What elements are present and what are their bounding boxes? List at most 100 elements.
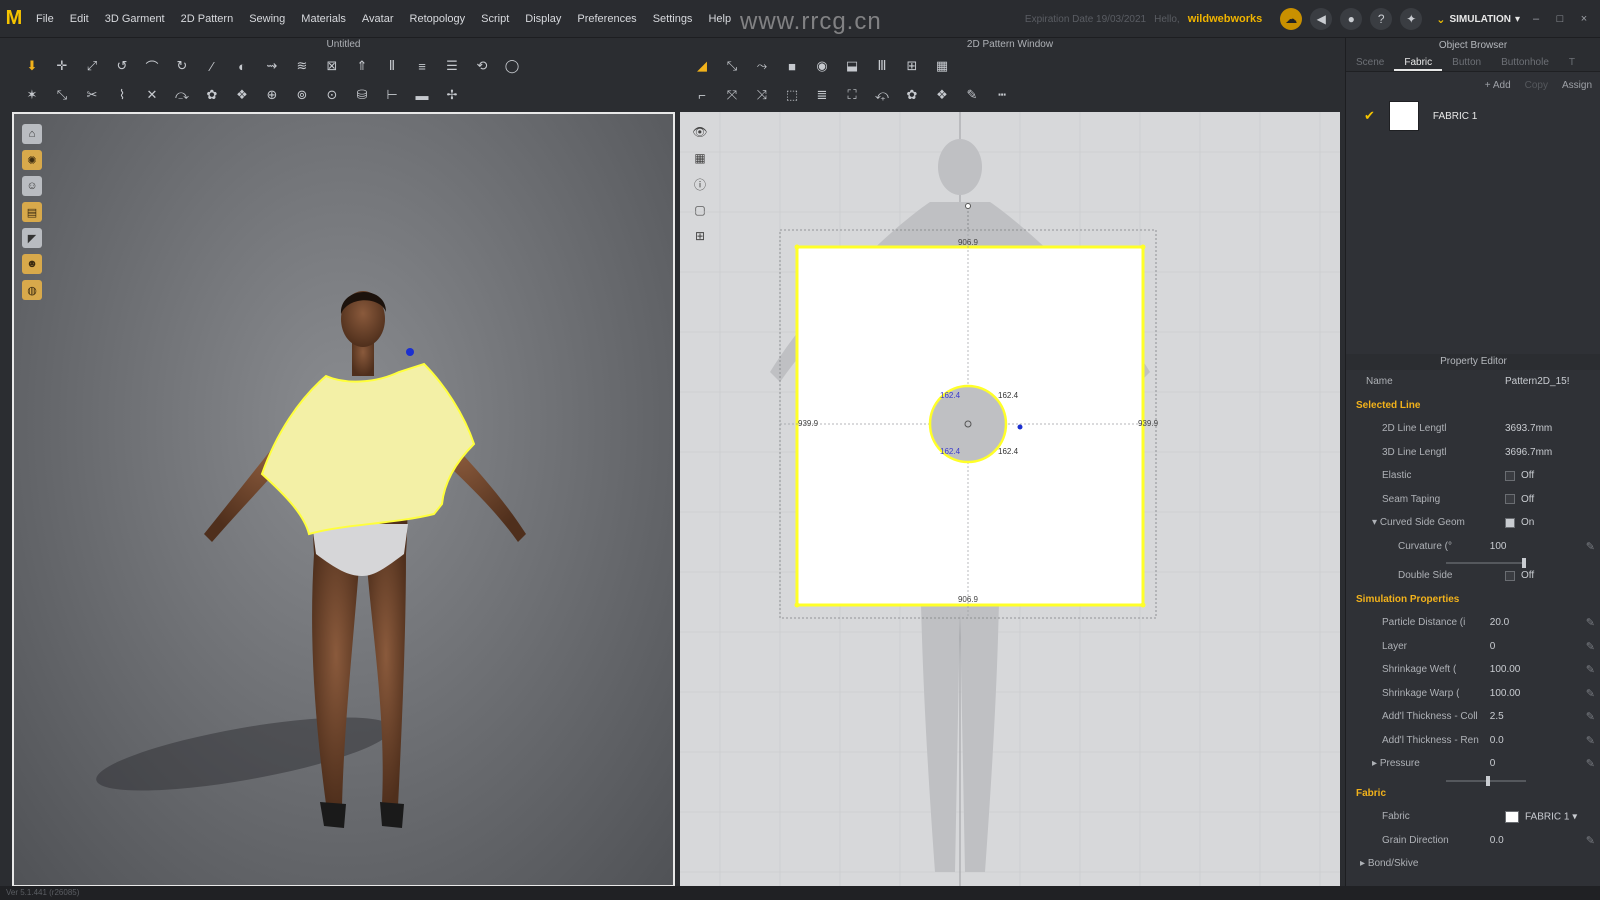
cut-tool-icon[interactable]: ✂ [82, 85, 102, 105]
avatar-pose-icon[interactable]: ✶ [22, 85, 42, 105]
menu-avatar[interactable]: Avatar [354, 0, 402, 38]
help-icon[interactable]: ? [1370, 8, 1393, 30]
transform-pattern-icon[interactable]: ◢ [692, 56, 712, 76]
line-tool-icon[interactable]: ⊢ [382, 85, 402, 105]
seam-taping-checkbox[interactable]: Off [1505, 494, 1595, 505]
internal-shape-icon[interactable]: ⬓ [842, 56, 862, 76]
warp-pencil-icon[interactable]: ✎ [1586, 687, 1595, 700]
section-fabric[interactable]: Fabric [1346, 782, 1600, 806]
menu-materials[interactable]: Materials [293, 0, 354, 38]
fabric-list-item[interactable]: ✔ FABRIC 1 [1346, 98, 1600, 134]
layer-pencil-icon[interactable]: ✎ [1586, 640, 1595, 653]
edit-curve-icon[interactable]: ⤳ [752, 56, 772, 76]
circle-tool-icon[interactable]: ◉ [812, 56, 832, 76]
edit-sewing-icon[interactable]: ⤼ [172, 85, 192, 105]
pressure-slider-knob[interactable] [1486, 775, 1490, 786]
thickness-ren-pencil-icon[interactable]: ✎ [1586, 734, 1595, 747]
puzzle-2d-icon[interactable]: ❖ [932, 85, 952, 105]
tab-scene[interactable]: Scene [1346, 54, 1394, 71]
steam-tool-icon[interactable]: ⇝ [262, 56, 282, 76]
curvature-slider-knob[interactable] [1522, 558, 1526, 568]
username[interactable]: wildwebworks [1188, 13, 1263, 25]
tape-tool-icon[interactable]: ⛁ [352, 85, 372, 105]
pause-tool-icon[interactable]: Ⅱ [382, 56, 402, 76]
seam-allowance-icon[interactable]: ⌐ [692, 85, 712, 105]
ring-tool-icon[interactable]: ◯ [502, 56, 522, 76]
prop-bond-skive[interactable]: ▸ Bond/Skive [1346, 852, 1600, 876]
segment-sewing-icon[interactable]: ⤧ [722, 85, 742, 105]
menu-edit[interactable]: Edit [62, 0, 97, 38]
elastic-checkbox[interactable]: Off [1505, 470, 1595, 481]
grid2-tool-icon[interactable]: ▦ [932, 56, 952, 76]
curved-side-checkbox[interactable]: On [1505, 517, 1595, 528]
double-side-checkbox[interactable]: Off [1505, 570, 1595, 581]
pressure-slider[interactable] [1446, 775, 1526, 786]
button-tool-icon[interactable]: ⊕ [262, 85, 282, 105]
shrink-tool-icon[interactable]: ≋ [292, 56, 312, 76]
layer-tool-icon[interactable]: ≡ [412, 56, 432, 76]
fit-tool-icon[interactable]: ◐ [232, 56, 252, 76]
puzzle-tool-icon[interactable]: ❖ [232, 85, 252, 105]
tack-tool-icon[interactable]: ⌒ [142, 56, 162, 76]
select-move-tool-icon[interactable]: ⬇ [22, 56, 42, 76]
tack-2d-icon[interactable]: ≣ [812, 85, 832, 105]
rectangle-tool-icon[interactable]: ■ [782, 56, 802, 76]
seam-tool-icon[interactable]: ⌇ [112, 85, 132, 105]
maximize-button[interactable]: □ [1552, 13, 1568, 25]
lasso-tool-icon[interactable]: ⟲ [472, 56, 492, 76]
menu-file[interactable]: File [28, 0, 62, 38]
fold-tool-icon[interactable]: ⤢ [82, 56, 102, 76]
brush-tool-icon[interactable]: ∕ [202, 56, 222, 76]
section-simulation-properties[interactable]: Simulation Properties [1346, 588, 1600, 612]
menu-3d-garment[interactable]: 3D Garment [97, 0, 173, 38]
edit-point-icon[interactable]: ⤡ [722, 56, 742, 76]
pattern-window-2d[interactable]: 👁 ▦ ⓘ ▢ ⊞ 906.9 906.9 939.9 939.9 162.4 … [680, 112, 1340, 887]
menu-2d-pattern[interactable]: 2D Pattern [173, 0, 242, 38]
add-button[interactable]: + Add [1485, 80, 1511, 91]
pleats-tool-icon[interactable]: Ⅲ [872, 56, 892, 76]
menu-settings[interactable]: Settings [645, 0, 701, 38]
particle-pencil-icon[interactable]: ✎ [1586, 616, 1595, 629]
tab-buttonhole[interactable]: Buttonhole [1491, 54, 1559, 71]
pin-tool-icon[interactable]: ↻ [172, 56, 192, 76]
gear-2d-icon[interactable]: ✿ [902, 85, 922, 105]
menu-sewing[interactable]: Sewing [241, 0, 293, 38]
thickness-coll-pencil-icon[interactable]: ✎ [1586, 710, 1595, 723]
simulation-mode-selector[interactable]: ⌄ SIMULATION ▾ [1436, 13, 1520, 26]
menu-retopology[interactable]: Retopology [402, 0, 474, 38]
transform-tool-icon[interactable]: ✢ [442, 85, 462, 105]
minimize-button[interactable]: – [1528, 13, 1544, 25]
trim-tool-icon[interactable]: ⤡ [52, 85, 72, 105]
symmetry-icon[interactable]: ⤽ [872, 85, 892, 105]
viewport-3d[interactable]: ⌂ ✺ ☺ ▤ ◤ ☻ ◍ [12, 112, 675, 887]
assign-button[interactable]: Assign [1562, 80, 1592, 91]
ruler-tool-icon[interactable]: ▬ [412, 85, 432, 105]
announcement-icon[interactable]: ◀ [1310, 8, 1333, 30]
menu-script[interactable]: Script [473, 0, 517, 38]
buttonhole-tool-icon[interactable]: ⊚ [292, 85, 312, 105]
curvature-value[interactable]: 100 [1490, 541, 1580, 552]
zipper-tool-icon[interactable]: ⊙ [322, 85, 342, 105]
topstitch-icon[interactable]: ⛶ [842, 85, 862, 105]
menu-preferences[interactable]: Preferences [569, 0, 644, 38]
grain-pencil-icon[interactable]: ✎ [1586, 834, 1595, 847]
stack-tool-icon[interactable]: ☰ [442, 56, 462, 76]
select-mesh-tool-icon[interactable]: ✛ [52, 56, 72, 76]
tab-topstitch[interactable]: T [1559, 54, 1585, 71]
menu-display[interactable]: Display [517, 0, 569, 38]
dashed-line-icon[interactable]: ┅ [992, 85, 1012, 105]
fold-arrange-icon[interactable]: ⊠ [322, 56, 342, 76]
close-button[interactable]: × [1576, 13, 1592, 25]
tab-fabric[interactable]: Fabric [1394, 54, 1443, 71]
check-sewing-icon[interactable]: ⬚ [782, 85, 802, 105]
cloud-sync-icon[interactable]: ☁ [1280, 8, 1303, 30]
grid-tool-icon[interactable]: ⊞ [902, 56, 922, 76]
curvature-pencil-icon[interactable]: ✎ [1586, 540, 1595, 553]
gear-tool-icon[interactable]: ✿ [202, 85, 222, 105]
tab-button[interactable]: Button [1442, 54, 1491, 71]
user-icon[interactable]: ● [1340, 8, 1363, 30]
fabric-select[interactable]: FABRIC 1 ▾ [1505, 810, 1595, 823]
measure-tool-icon[interactable]: ⇑ [352, 56, 372, 76]
free-sewing-icon[interactable]: ⤨ [752, 85, 772, 105]
share-icon[interactable]: ✦ [1400, 8, 1423, 30]
